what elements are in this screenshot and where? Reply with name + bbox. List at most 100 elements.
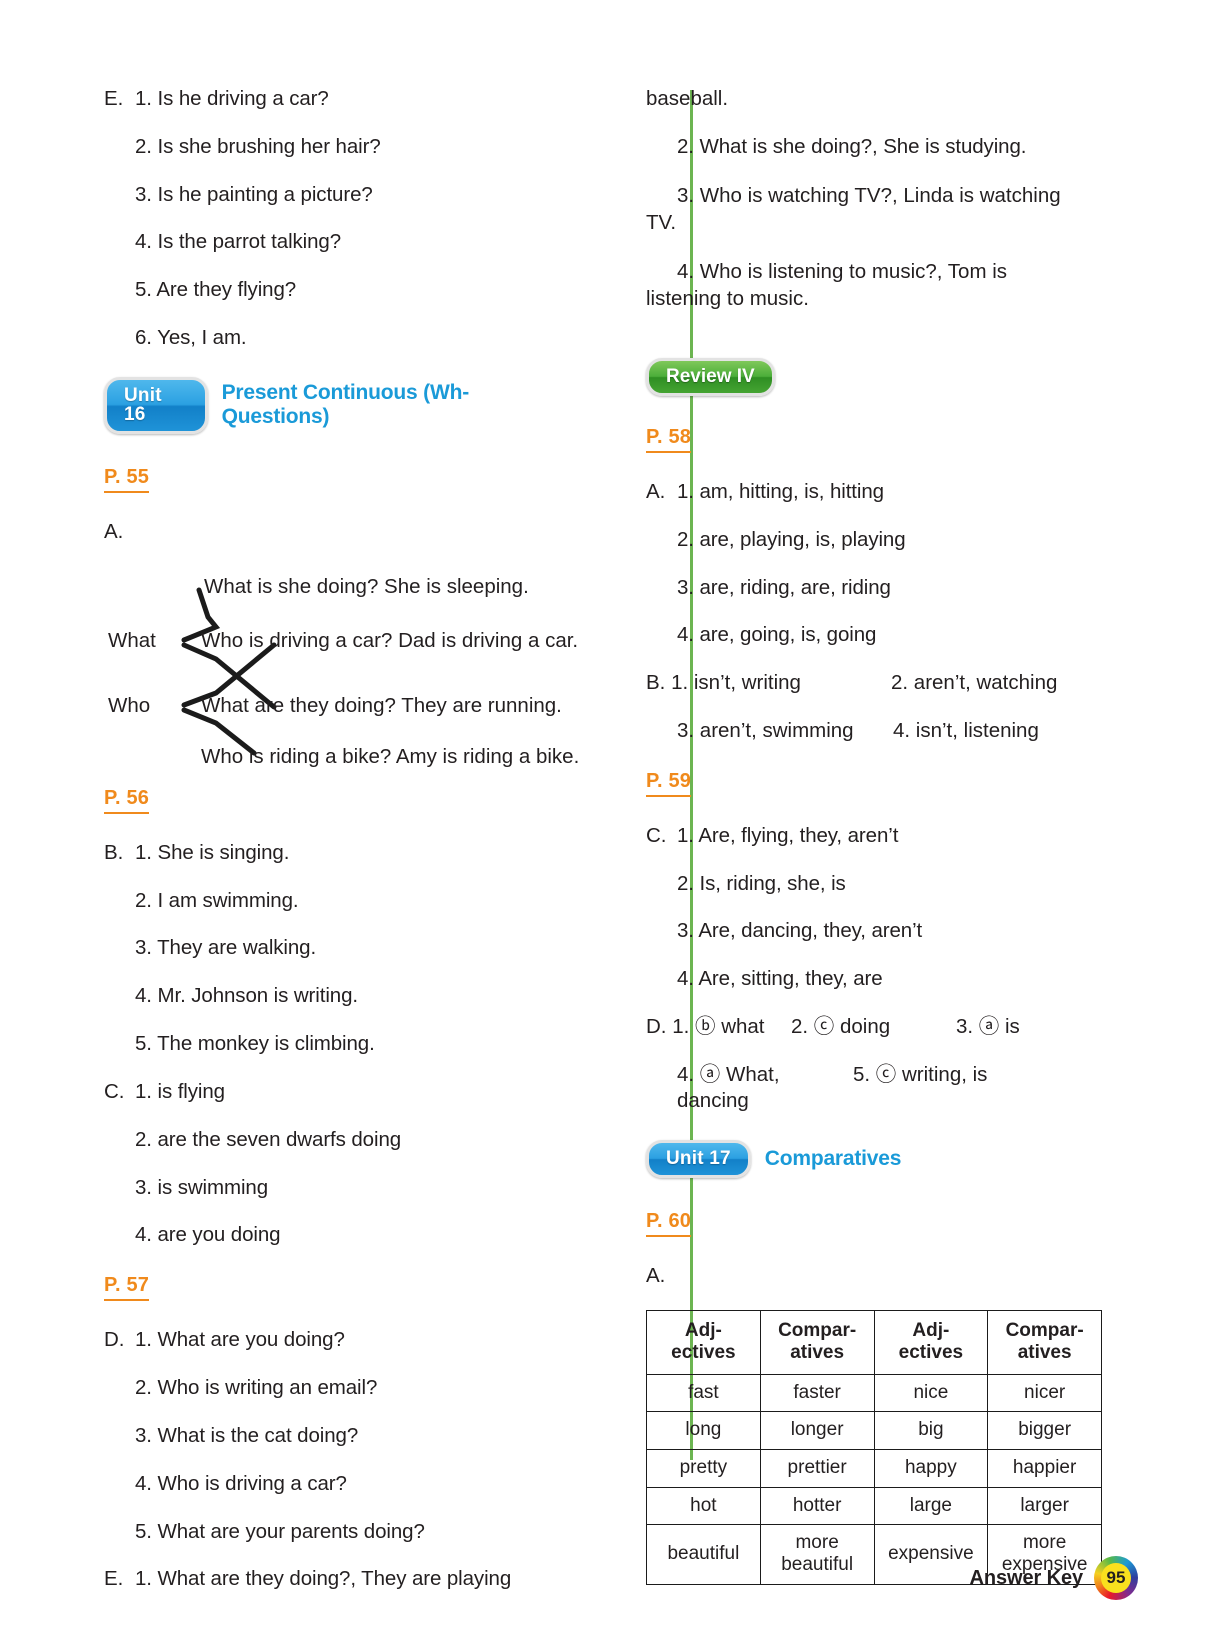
answer-row: 4. Who is driving a car? bbox=[104, 1471, 576, 1497]
answer-row: 3. aren’t, swimming 4. isn’t, listening bbox=[646, 718, 1118, 744]
table-row: fast faster nice nicer bbox=[646, 1373, 1102, 1413]
cell-part: beautiful bbox=[781, 1554, 854, 1576]
answer-row: D. 1. ⓑ what 2. ⓒ doing 3. ⓐ is bbox=[646, 1014, 1118, 1040]
answer-row: 3. What is the cat doing? bbox=[104, 1423, 576, 1449]
answer-text: 4. Mr. Johnson is writing. bbox=[135, 984, 358, 1008]
answer-row: C. 1. is flying bbox=[104, 1079, 576, 1105]
section-letter: A. bbox=[646, 1263, 666, 1287]
table-cell: fast bbox=[646, 1373, 761, 1413]
table-header-cell: Compar- atives bbox=[987, 1310, 1102, 1375]
answer-text-line2: TV. bbox=[646, 210, 677, 234]
header-part: Compar- bbox=[778, 1320, 857, 1342]
header-part: atives bbox=[1017, 1342, 1072, 1364]
answer-row: 2. What is she doing?, She is studying. bbox=[646, 134, 1118, 160]
match-right-item-3: What are they doing? They are running. bbox=[201, 693, 562, 717]
answer-text: 1. What are they doing?, They are playin… bbox=[135, 1567, 512, 1591]
match-left-who: Who bbox=[108, 693, 151, 717]
table-header-cell: Compar- atives bbox=[759, 1310, 875, 1375]
answer-row: 4. Are, sitting, they, are bbox=[646, 966, 1118, 992]
answer-text: 1. ⓑ what bbox=[672, 1015, 765, 1039]
answer-text: 4. Is the parrot talking? bbox=[135, 230, 342, 254]
answer-row: E. 1. What are they doing?, They are pla… bbox=[104, 1566, 576, 1592]
answer-text-slot-1: 4. ⓐ What, dancing bbox=[677, 1062, 780, 1112]
answer-row: D. 1. What are you doing? bbox=[104, 1327, 576, 1353]
comparatives-table: Adj- ectives Compar- atives Adj- ectives bbox=[646, 1310, 1102, 1585]
answer-row: 5. Are they flying? bbox=[104, 277, 576, 303]
answer-row: A. bbox=[104, 519, 576, 545]
table-cell: longer bbox=[759, 1411, 875, 1451]
table-cell: large bbox=[873, 1486, 989, 1526]
section-letter: E. bbox=[104, 87, 124, 110]
unit-title: Present Continuous (Wh- Questions) bbox=[221, 381, 470, 429]
answer-row: 3. They are walking. bbox=[104, 935, 576, 961]
table-cell: bigger bbox=[987, 1411, 1102, 1451]
cell-part: more bbox=[795, 1532, 839, 1554]
answer-text: 6. Yes, I am. bbox=[135, 326, 247, 350]
answer-text: 1. She is singing. bbox=[135, 840, 290, 864]
table-cell: happy bbox=[873, 1449, 989, 1488]
answer-row: A. 1. am, hitting, is, hitting bbox=[646, 479, 1118, 505]
header-part: ectives bbox=[898, 1342, 964, 1364]
answer-text-left: 3. aren’t, swimming bbox=[677, 718, 854, 742]
right-column: baseball. 2. What is she doing?, She is … bbox=[594, 86, 1118, 1585]
page-number: 95 bbox=[1101, 1563, 1131, 1593]
table-row: long longer big bigger bbox=[646, 1411, 1102, 1451]
unit-16-header: Unit 16 Present Continuous (Wh- Question… bbox=[104, 376, 576, 434]
section-letter: C. bbox=[646, 823, 667, 847]
unit-badge: Unit 16 bbox=[104, 376, 208, 434]
answer-text: 5. What are your parents doing? bbox=[135, 1519, 425, 1543]
cell-part: more bbox=[1022, 1532, 1067, 1554]
unit-badge: Unit 17 bbox=[646, 1139, 751, 1178]
header-part: Compar- bbox=[1005, 1320, 1084, 1342]
answer-row: C. 1. Are, flying, they, aren’t bbox=[646, 823, 1118, 849]
answer-row: 2. Who is writing an email? bbox=[104, 1375, 576, 1401]
answer-row: 3. Who is watching TV?, Linda is watchin… bbox=[646, 182, 1118, 236]
answer-text-right: 4. isn’t, listening bbox=[893, 718, 1039, 742]
answer-row: 3. Is he painting a picture? bbox=[104, 182, 576, 208]
header-part: atives bbox=[790, 1342, 845, 1364]
header-part: Adj- bbox=[912, 1320, 950, 1342]
table-cell: nicer bbox=[987, 1373, 1102, 1413]
answer-text: 2. are the seven dwarfs doing bbox=[135, 1127, 402, 1151]
answer-text: 2. Is, riding, she, is bbox=[677, 871, 846, 895]
page-ref-59: P. 59 bbox=[646, 770, 692, 797]
answer-text: 2. What is she doing?, She is studying. bbox=[677, 134, 1027, 158]
header-part: Adj- bbox=[684, 1320, 722, 1342]
answer-text: 2. Is she brushing her hair? bbox=[135, 134, 381, 158]
answer-text: 2. are, playing, is, playing bbox=[677, 527, 906, 551]
page-ref-56: P. 56 bbox=[104, 787, 150, 814]
page-ref-60: P. 60 bbox=[646, 1210, 692, 1237]
table-cell: more beautiful bbox=[759, 1524, 875, 1585]
answer-row: 6. Yes, I am. bbox=[104, 325, 576, 351]
answer-row: 2. Is, riding, she, is bbox=[646, 871, 1118, 897]
answer-text: 3. What is the cat doing? bbox=[135, 1423, 359, 1447]
section-letter: E. bbox=[104, 1567, 124, 1591]
section-letter: C. bbox=[104, 1079, 125, 1103]
answer-text: 3. is swimming bbox=[135, 1175, 269, 1199]
answer-key-page: E. 1. Is he driving a car? 2. Is she bru… bbox=[0, 0, 1222, 1648]
answer-text-slot-2: 2. ⓒ doing bbox=[791, 1015, 891, 1039]
table-row: hot hotter large larger bbox=[646, 1486, 1102, 1526]
answer-row: 4. Mr. Johnson is writing. bbox=[104, 983, 576, 1009]
section-letter: B. bbox=[104, 840, 124, 864]
answer-row: 5. The monkey is climbing. bbox=[104, 1031, 576, 1057]
answer-row: 2. are, playing, is, playing bbox=[646, 527, 1118, 553]
answer-row: 4. Who is listening to music?, Tom is li… bbox=[646, 258, 1118, 312]
answer-row: A. bbox=[646, 1263, 1118, 1289]
section-letter: D. bbox=[646, 1015, 667, 1039]
match-left-what: What bbox=[108, 628, 156, 652]
footer-label: Answer Key bbox=[969, 1566, 1084, 1589]
answer-row: 4. are, going, is, going bbox=[646, 622, 1118, 648]
table-header-row: Adj- ectives Compar- atives Adj- ectives bbox=[646, 1310, 1102, 1375]
answer-text-line1: 4. Who is listening to music?, Tom is bbox=[677, 259, 1008, 283]
page-number-badge: 95 bbox=[1094, 1556, 1138, 1600]
review-badge: Review IV bbox=[646, 357, 775, 396]
answer-row: 3. are, riding, are, riding bbox=[646, 575, 1118, 601]
table-cell: hot bbox=[646, 1486, 761, 1526]
answer-text: 4. Are, sitting, they, are bbox=[677, 967, 883, 991]
table-cell: larger bbox=[987, 1486, 1102, 1526]
answer-row: 2. I am swimming. bbox=[104, 888, 576, 914]
match-right-item-1: What is she doing? She is sleeping. bbox=[204, 574, 529, 598]
answer-text: 1. What are you doing? bbox=[135, 1328, 345, 1352]
answer-row: 4. ⓐ What, dancing 5. ⓒ writing, is bbox=[646, 1062, 1118, 1114]
